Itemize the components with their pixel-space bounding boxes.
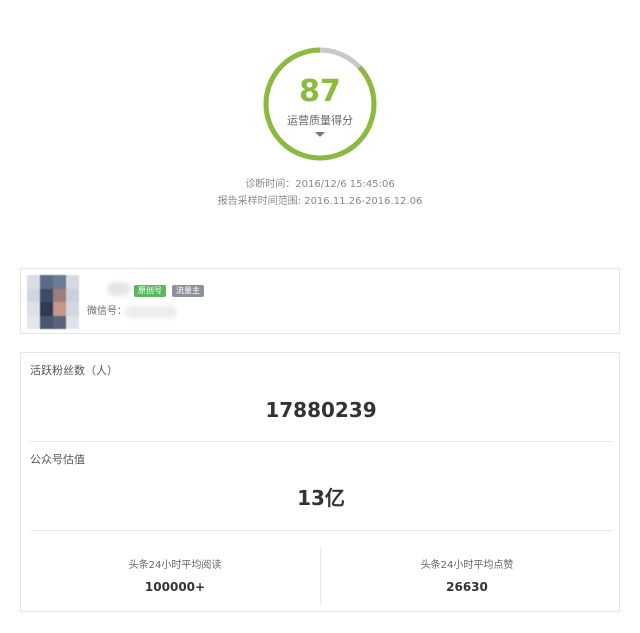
column-divider (320, 547, 321, 605)
divider (30, 441, 612, 442)
original-badge: 原创号 (134, 285, 166, 297)
score-ring[interactable]: 87 运营质量得分 (262, 46, 378, 162)
account-card: 原创号 流量主 微信号： (20, 268, 620, 334)
score-value: 87 (299, 74, 341, 109)
divider (30, 530, 612, 531)
avg-reads-label: 头条24小时平均阅读 (128, 560, 222, 571)
score-label: 运营质量得分 (287, 114, 353, 127)
sampling-range: 报告采样时间范围: 2016.11.26-2016.12.06 (217, 196, 423, 207)
wechat-id-label: 微信号： (87, 306, 127, 317)
wechat-id-redacted (125, 306, 177, 318)
caret-down-icon[interactable] (315, 132, 325, 137)
active-fans-value: 17880239 (265, 398, 377, 422)
valuation-label: 公众号估值 (30, 453, 85, 466)
avg-reads-value: 100000+ (144, 580, 206, 594)
avatar (27, 275, 79, 329)
account-name-redacted (107, 282, 131, 296)
stats-card: 活跃粉丝数（人） 17880239 公众号估值 13亿 头条24小时平均阅读 1… (20, 352, 620, 612)
report-page: 87 运营质量得分 诊断时间：2016/12/6 15:45:06 报告采样时间… (0, 0, 640, 633)
active-fans-label: 活跃粉丝数（人） (30, 364, 118, 377)
avg-likes-label: 头条24小时平均点赞 (420, 560, 514, 571)
valuation-value: 13亿 (297, 486, 345, 510)
avg-likes-value: 26630 (446, 580, 488, 594)
traffic-owner-badge: 流量主 (172, 285, 204, 297)
diagnosis-time: 诊断时间：2016/12/6 15:45:06 (245, 179, 395, 190)
